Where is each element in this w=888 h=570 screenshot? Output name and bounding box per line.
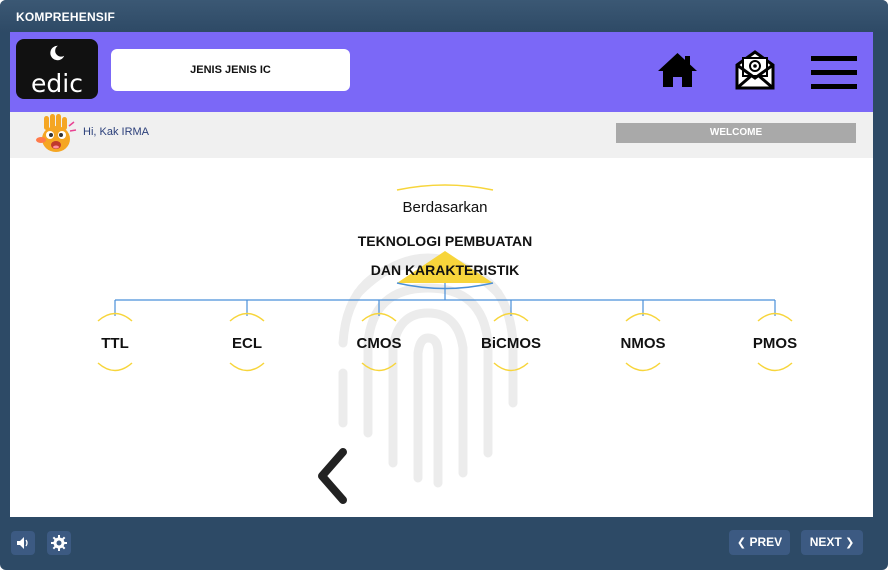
edic-logo: edic xyxy=(16,39,98,99)
sound-button[interactable] xyxy=(11,531,35,555)
header-bar: edic JENIS JENIS IC xyxy=(10,32,873,112)
ic-node-ecl[interactable]: ECL xyxy=(197,335,297,352)
mail-icon[interactable] xyxy=(734,49,776,91)
next-label: NEXT xyxy=(809,535,842,549)
topic-title: JENIS JENIS IC xyxy=(111,49,350,91)
bottom-control-bar: ❮ PREV NEXT ❯ xyxy=(0,517,888,570)
diagram-intro: Berdasarkan xyxy=(402,199,488,216)
diagram-title: TEKNOLOGI PEMBUATAN DAN KARAKTERISTIK xyxy=(345,227,545,285)
diagram-area: Berdasarkan TEKNOLOGI PEMBUATAN DAN KARA… xyxy=(10,158,873,517)
logo-text: edic xyxy=(31,69,83,98)
app-frame: KOMPREHENSIF edic JENIS JENIS IC Hi, Kak… xyxy=(0,0,888,570)
ic-node-pmos[interactable]: PMOS xyxy=(725,335,825,352)
chevron-right-icon: ❯ xyxy=(845,537,855,549)
diagram-title-line1: TEKNOLOGI PEMBUATAN xyxy=(357,233,533,249)
slide-stage: edic JENIS JENIS IC Hi, Kak IRMA WELCOME… xyxy=(10,32,873,517)
moon-logo-icon xyxy=(50,45,65,61)
prev-label: PREV xyxy=(749,535,783,549)
menu-icon[interactable] xyxy=(811,54,857,92)
ic-node-cmos[interactable]: CMOS xyxy=(329,335,429,352)
greeting-bar: Hi, Kak IRMA WELCOME xyxy=(10,112,873,158)
settings-icon xyxy=(51,535,67,551)
prev-button[interactable]: ❮ PREV xyxy=(729,530,790,555)
ic-node-nmos[interactable]: NMOS xyxy=(593,335,693,352)
welcome-banner: WELCOME xyxy=(616,123,856,143)
ic-node-bicmos[interactable]: BiCMOS xyxy=(461,335,561,352)
greeting-text: Hi, Kak IRMA xyxy=(83,126,150,138)
home-icon[interactable] xyxy=(655,50,700,90)
avatar-mascot-icon xyxy=(36,114,77,152)
chevron-left-icon: ❮ xyxy=(736,537,747,549)
ic-node-ttl[interactable]: TTL xyxy=(65,335,165,352)
next-button[interactable]: NEXT ❯ xyxy=(801,530,863,555)
window-title: KOMPREHENSIF xyxy=(16,10,116,24)
diagram-title-line2: DAN KARAKTERISTIK xyxy=(370,262,520,278)
back-arrow-icon[interactable] xyxy=(313,447,353,505)
settings-button[interactable] xyxy=(47,531,71,555)
title-bar: KOMPREHENSIF xyxy=(0,0,888,32)
speaker-icon xyxy=(17,537,28,549)
